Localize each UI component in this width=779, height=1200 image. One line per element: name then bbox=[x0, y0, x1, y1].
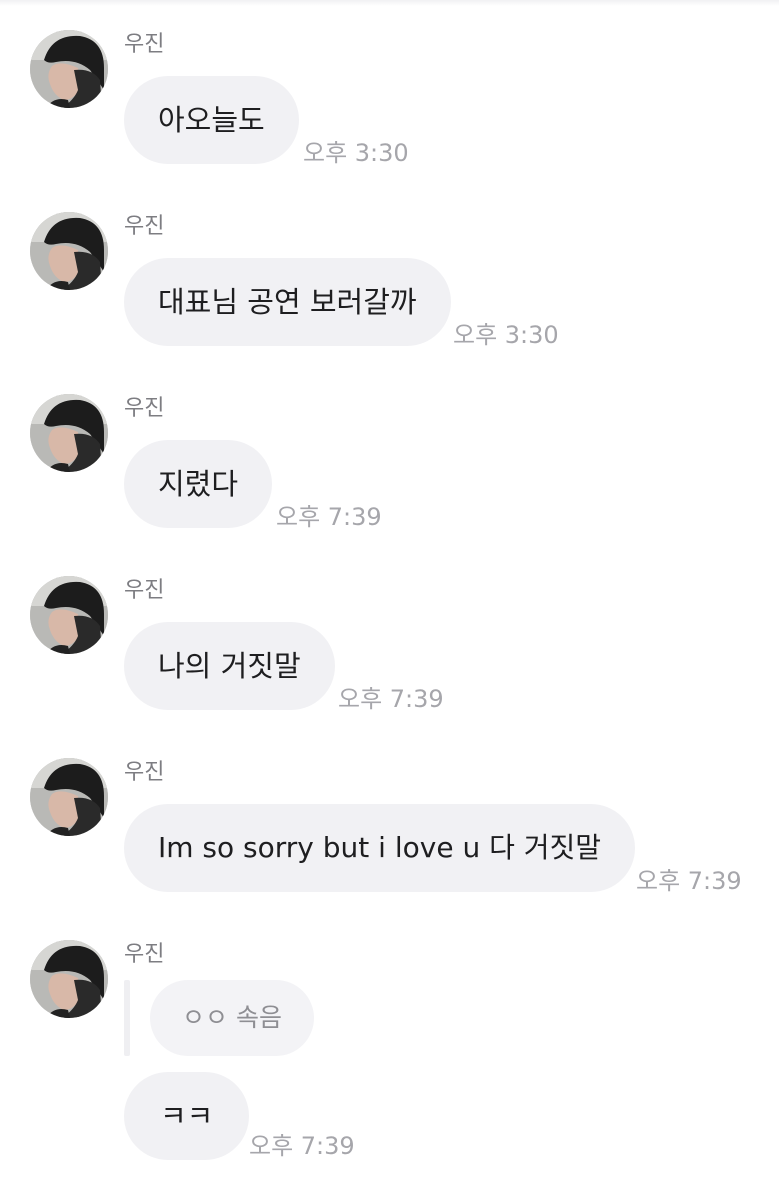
message-bubble[interactable]: 지렸다 bbox=[124, 440, 273, 528]
avatar[interactable] bbox=[30, 394, 108, 472]
avatar[interactable] bbox=[30, 30, 108, 108]
sender-name: 우진 bbox=[124, 396, 165, 421]
avatar-photo-icon bbox=[30, 212, 108, 290]
top-edge bbox=[0, 0, 779, 6]
avatar-photo-icon bbox=[30, 30, 108, 108]
sender-name: 우진 bbox=[124, 942, 165, 967]
reply-quote-bubble[interactable]: ㅇㅇ 속음 bbox=[150, 980, 314, 1056]
avatar[interactable] bbox=[30, 758, 108, 836]
message-time: 오후 7:39 bbox=[636, 867, 742, 895]
avatar-photo-icon bbox=[30, 758, 108, 836]
message-time: 오후 7:39 bbox=[338, 685, 444, 713]
sender-name: 우진 bbox=[124, 578, 165, 603]
message-time: 오후 3:30 bbox=[453, 321, 559, 349]
sender-name: 우진 bbox=[124, 214, 165, 239]
message-bubble[interactable]: ㅋㅋ bbox=[124, 1072, 250, 1160]
message-bubble[interactable]: Im so sorry but i love u 다 거짓말 bbox=[124, 804, 636, 892]
message-bubble[interactable]: 나의 거짓말 bbox=[124, 622, 335, 710]
message-bubble[interactable]: 대표님 공연 보러갈까 bbox=[124, 258, 451, 346]
avatar-photo-icon bbox=[30, 394, 108, 472]
message-time: 오후 7:39 bbox=[249, 1132, 355, 1160]
message-time: 오후 3:30 bbox=[303, 139, 409, 167]
message-time: 오후 7:39 bbox=[276, 503, 382, 531]
avatar[interactable] bbox=[30, 212, 108, 290]
avatar[interactable] bbox=[30, 940, 108, 1018]
avatar-photo-icon bbox=[30, 576, 108, 654]
sender-name: 우진 bbox=[124, 32, 165, 57]
reply-quote-bar bbox=[124, 980, 130, 1056]
sender-name: 우진 bbox=[124, 760, 165, 785]
avatar[interactable] bbox=[30, 576, 108, 654]
message-bubble[interactable]: 아오늘도 bbox=[124, 76, 299, 164]
avatar-photo-icon bbox=[30, 940, 108, 1018]
